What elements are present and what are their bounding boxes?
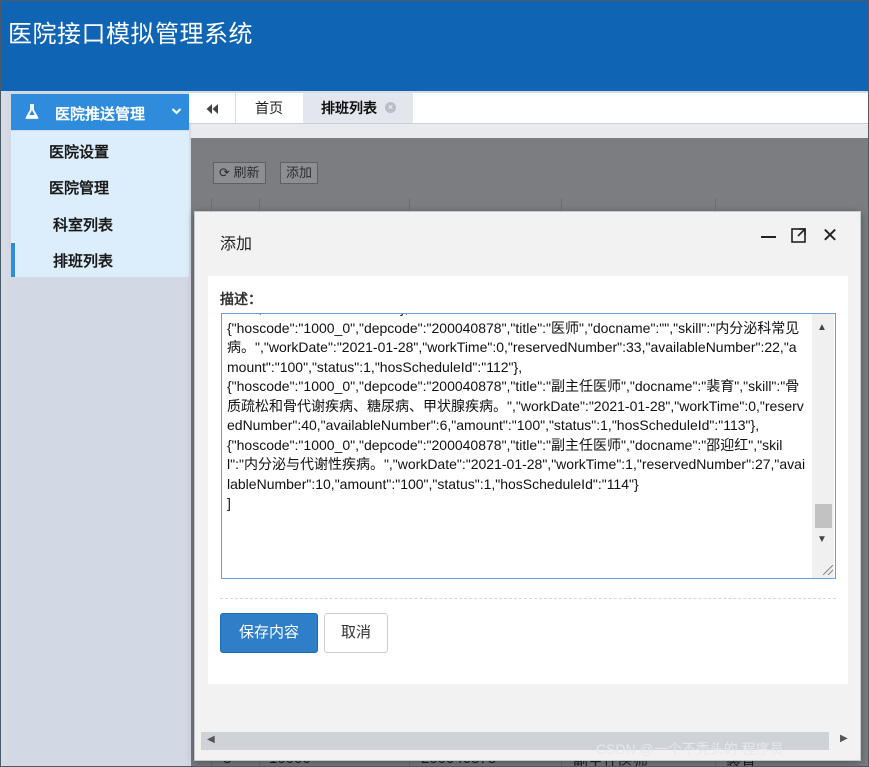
cancel-button[interactable]: 取消 xyxy=(324,613,388,653)
chevron-down-icon xyxy=(171,108,182,115)
description-textarea[interactable]: us":1,"hosScheduleId":"111"}, {"hoscode"… xyxy=(221,313,836,579)
sidebar-active-indicator xyxy=(11,243,15,277)
add-button[interactable]: 添加 xyxy=(280,162,319,184)
textarea-content[interactable]: us":1,"hosScheduleId":"111"}, {"hoscode"… xyxy=(227,314,807,514)
refresh-button[interactable]: ⟳ 刷新 xyxy=(213,162,266,184)
tab-scroll-left-button[interactable] xyxy=(189,93,236,123)
sidebar-menu: 医院设置 医院管理 科室列表 排班列表 xyxy=(11,131,189,277)
maximize-icon-glyph xyxy=(791,228,806,243)
vertical-scrollbar[interactable]: ▲ ▼ xyxy=(812,314,834,578)
dialog-body: 描述： us":1,"hosScheduleId":"111"}, {"hosc… xyxy=(208,276,848,684)
sidebar-item-department-list[interactable]: 科室列表 xyxy=(53,214,113,235)
tab-schedule-list[interactable]: 排班列表 × xyxy=(303,93,413,123)
sidebar: 医院推送管理 医院设置 医院管理 科室列表 排班列表 xyxy=(7,91,189,766)
tab-home[interactable]: 首页 xyxy=(236,93,302,123)
tab-label: 排班列表 xyxy=(321,100,377,116)
dialog-divider xyxy=(220,598,836,599)
scroll-down-icon[interactable]: ▼ xyxy=(817,534,827,545)
maximize-icon[interactable] xyxy=(789,226,809,246)
sidebar-item-hospital-management[interactable]: 医院管理 xyxy=(49,177,109,198)
add-dialog: 添加 ✕ 描述： us":1,"hosScheduleId":"111"}, {… xyxy=(194,211,861,761)
scroll-right-icon[interactable]: ▶ xyxy=(840,733,848,744)
tab-close-icon[interactable]: × xyxy=(385,102,396,113)
refresh-icon: ⟳ xyxy=(219,165,230,180)
close-icon[interactable]: ✕ xyxy=(820,226,840,246)
app-window: 医院接口模拟管理系统 医院推送管理 医院设置 医院管理 科室列表 排班列表 首页… xyxy=(0,0,869,767)
sidebar-item-schedule-list[interactable]: 排班列表 xyxy=(53,250,113,271)
dialog-title: 添加 xyxy=(220,236,253,253)
watermark: CSDN @一个不秃头的 程序员 xyxy=(596,741,784,757)
app-title: 医院接口模拟管理系统 xyxy=(8,21,253,48)
tab-bar: 首页 排班列表 × xyxy=(189,93,868,124)
sidebar-group-label: 医院推送管理 xyxy=(55,106,146,123)
refresh-label: 刷新 xyxy=(233,165,260,180)
flask-icon xyxy=(25,104,39,119)
double-chevron-left-icon xyxy=(206,103,218,114)
minimize-icon[interactable] xyxy=(758,226,778,246)
scroll-left-icon[interactable]: ◀ xyxy=(207,734,215,745)
sidebar-group-hospital-push[interactable]: 医院推送管理 xyxy=(11,94,189,130)
resize-handle-icon[interactable] xyxy=(823,565,833,575)
sidebar-item-hospital-settings[interactable]: 医院设置 xyxy=(49,141,109,162)
save-button[interactable]: 保存内容 xyxy=(220,613,318,653)
description-label: 描述： xyxy=(220,291,262,307)
scroll-up-icon[interactable]: ▲ xyxy=(817,322,827,333)
app-header: 医院接口模拟管理系统 xyxy=(1,1,868,91)
scrollbar-thumb[interactable] xyxy=(815,504,832,528)
